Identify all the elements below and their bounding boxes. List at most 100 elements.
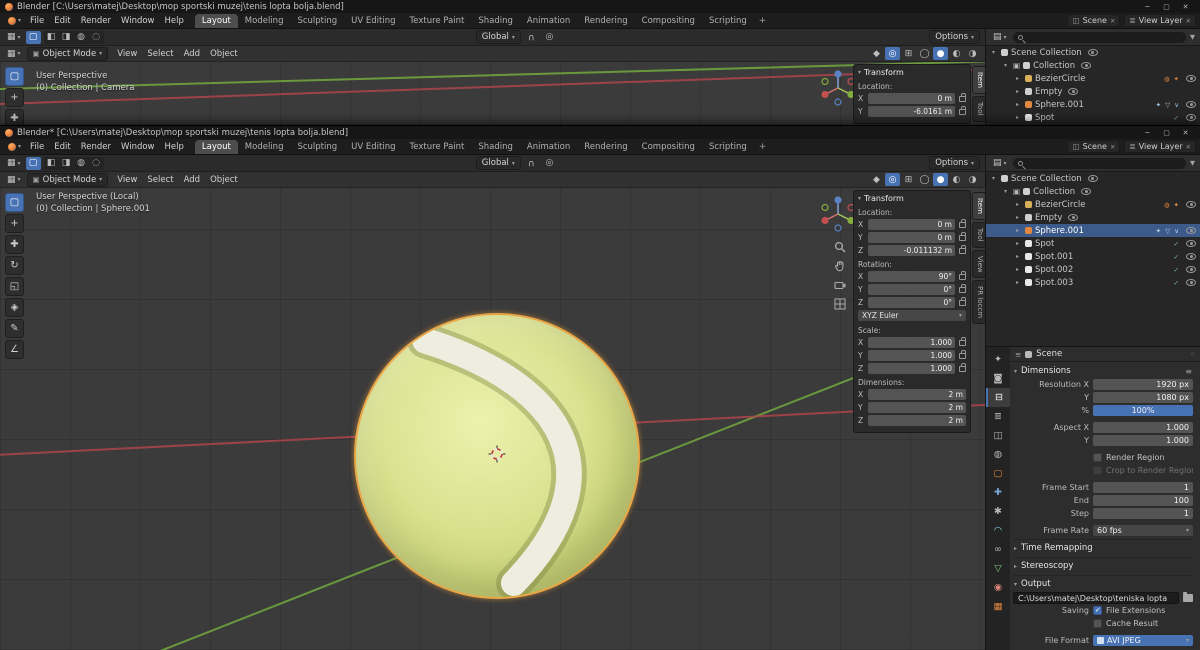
- properties-tab[interactable]: ✦: [986, 350, 1010, 369]
- lock-icon[interactable]: [959, 218, 966, 228]
- n-panel-tab[interactable]: Tool: [972, 221, 985, 248]
- blender-menu-button[interactable]: ▾: [4, 142, 25, 151]
- editor-type-button[interactable]: ▦ ▾: [5, 175, 23, 185]
- presets-icon[interactable]: ≡: [1185, 367, 1192, 376]
- transform-value-field[interactable]: 0°: [868, 284, 955, 295]
- transform-value-field[interactable]: 0°: [868, 297, 955, 308]
- outliner-item-label[interactable]: Empty: [1035, 87, 1062, 97]
- tool-button[interactable]: ✚: [5, 235, 24, 254]
- tool-button[interactable]: ▢: [5, 67, 24, 86]
- outliner-item-label[interactable]: Sphere.001: [1035, 226, 1084, 236]
- frame-start-field[interactable]: 1: [1093, 482, 1193, 493]
- viewport-toggle-icon[interactable]: ◯: [917, 173, 932, 186]
- tool-button[interactable]: ◈: [5, 298, 24, 317]
- viewport-menu-item[interactable]: Object: [205, 174, 243, 186]
- render-region-checkbox[interactable]: [1093, 453, 1102, 462]
- menu-item[interactable]: File: [25, 15, 49, 27]
- visibility-eye-icon[interactable]: [1186, 253, 1196, 260]
- outliner-empty-space[interactable]: [986, 289, 1200, 346]
- properties-tab[interactable]: ◙: [986, 369, 1010, 388]
- lock-icon[interactable]: [959, 105, 966, 115]
- chevron-down-icon[interactable]: ▾: [858, 195, 861, 202]
- outliner-item-label[interactable]: Scene Collection: [1011, 48, 1082, 58]
- viewport-menu-item[interactable]: View: [112, 174, 142, 186]
- transform-value-field[interactable]: -6.0161 m: [868, 106, 955, 117]
- filter-icon[interactable]: ▼: [1190, 33, 1195, 41]
- lock-icon[interactable]: [959, 336, 966, 346]
- n-panel-tab[interactable]: PR loccm: [972, 280, 985, 325]
- outliner-row[interactable]: ▸ Spot.003 ✓: [986, 276, 1200, 289]
- view-layer-selector[interactable]: ≣ View Layer ✕: [1124, 14, 1196, 27]
- select-mode-icon[interactable]: ◍: [74, 157, 89, 170]
- n-panel-tab[interactable]: Tool: [972, 95, 985, 122]
- proportional-editing-icon[interactable]: ◎: [542, 157, 557, 170]
- section-time-remapping[interactable]: ▸ Time Remapping: [1013, 539, 1193, 555]
- transform-orientation-dropdown[interactable]: Global ▾: [475, 156, 521, 170]
- disclosure-caret-icon[interactable]: ▸: [1013, 253, 1022, 260]
- visibility-eye-icon[interactable]: [1186, 114, 1196, 121]
- editor-type-button[interactable]: ▦ ▾: [5, 32, 23, 42]
- scene-selector[interactable]: ◫ Scene ✕: [1067, 140, 1121, 153]
- visibility-eye-icon[interactable]: [1186, 266, 1196, 273]
- scene-selector[interactable]: ◫ Scene ✕: [1067, 14, 1121, 27]
- workspace-tab[interactable]: Shading: [471, 14, 520, 29]
- editor-type-button[interactable]: ▤ ▾: [991, 158, 1009, 168]
- viewport-menu-item[interactable]: View: [112, 48, 142, 60]
- viewport-3d[interactable]: ▢ + ✚ ↻ ◱ ◈ ✎ ∠ User Perspective (Local) (0) Co…: [0, 188, 985, 650]
- outliner-item-label[interactable]: Scene Collection: [1011, 174, 1082, 184]
- menu-item[interactable]: File: [25, 141, 49, 153]
- outliner-item-label[interactable]: Spot: [1035, 239, 1054, 249]
- menu-item[interactable]: Window: [116, 15, 160, 27]
- outliner-row[interactable]: ▸ Spot ✓: [986, 111, 1200, 124]
- frame-rate-dropdown[interactable]: 60 fps ▾: [1093, 525, 1193, 536]
- window-button[interactable]: ─: [1138, 0, 1157, 13]
- outliner-row[interactable]: ▸ Sphere.001 ✦ ▽ ∨: [986, 98, 1200, 111]
- outliner-row[interactable]: ▾ Scene Collection: [986, 172, 1200, 185]
- disclosure-caret-icon[interactable]: ▸: [1013, 266, 1022, 273]
- n-panel-tab[interactable]: Item: [972, 66, 985, 94]
- disclosure-caret-icon[interactable]: ▸: [1013, 227, 1022, 234]
- properties-tab[interactable]: ✱: [986, 502, 1010, 521]
- dimension-value-field[interactable]: 2 m: [868, 389, 966, 400]
- folder-icon[interactable]: [1183, 591, 1193, 602]
- properties-tab[interactable]: ⊟: [986, 388, 1010, 407]
- outliner-search-input[interactable]: [1012, 31, 1186, 43]
- cache-result-checkbox[interactable]: [1093, 619, 1102, 628]
- viewport-menu-item[interactable]: Object: [205, 48, 243, 60]
- visibility-eye-icon[interactable]: [1186, 201, 1196, 208]
- select-mode-icon[interactable]: ◌: [89, 157, 104, 170]
- workspace-tab[interactable]: Scripting: [702, 14, 754, 29]
- resolution-x-field[interactable]: 1920 px: [1093, 379, 1193, 390]
- lock-icon[interactable]: [959, 270, 966, 280]
- disclosure-caret-icon[interactable]: ▸: [1013, 201, 1022, 208]
- tool-button[interactable]: ✚: [5, 109, 24, 125]
- disclosure-caret-icon[interactable]: ▸: [1013, 240, 1022, 247]
- outliner-item-label[interactable]: Empty: [1035, 213, 1062, 223]
- window-button[interactable]: ▢: [1157, 126, 1176, 139]
- tool-button[interactable]: ↻: [5, 256, 24, 275]
- add-workspace-button[interactable]: +: [754, 142, 772, 152]
- workspace-tab[interactable]: UV Editing: [344, 14, 402, 29]
- visibility-eye-icon[interactable]: [1068, 88, 1079, 95]
- workspace-tab[interactable]: Animation: [520, 140, 577, 155]
- dimension-value-field[interactable]: 2 m: [868, 415, 966, 426]
- viewport-menu-item[interactable]: Select: [142, 48, 178, 60]
- visibility-eye-icon[interactable]: [1087, 49, 1098, 56]
- workspace-tab[interactable]: Rendering: [577, 140, 634, 155]
- menu-item[interactable]: Edit: [49, 15, 75, 27]
- workspace-tab[interactable]: Sculpting: [290, 14, 344, 29]
- navigation-gizmo[interactable]: [819, 195, 857, 233]
- workspace-tab[interactable]: Rendering: [577, 14, 634, 29]
- disclosure-caret-icon[interactable]: ▾: [989, 175, 998, 182]
- lock-icon[interactable]: [959, 92, 966, 102]
- n-panel-tab[interactable]: Item: [972, 192, 985, 220]
- lock-icon[interactable]: [959, 283, 966, 293]
- active-tool-icon[interactable]: ▢: [25, 156, 41, 170]
- workspace-tab[interactable]: Sculpting: [290, 140, 344, 155]
- outliner-row[interactable]: ▸ Sphere.001 ✦ ▽ ∨: [986, 224, 1200, 237]
- viewport-toggle-icon[interactable]: ⊞: [901, 47, 916, 60]
- outliner-row[interactable]: ▸ Empty: [986, 211, 1200, 224]
- transform-value-field[interactable]: 0 m: [868, 232, 955, 243]
- file-format-dropdown[interactable]: AVI JPEG ▾: [1093, 635, 1193, 646]
- mode-dropdown[interactable]: ▣ Object Mode ▾: [26, 46, 109, 61]
